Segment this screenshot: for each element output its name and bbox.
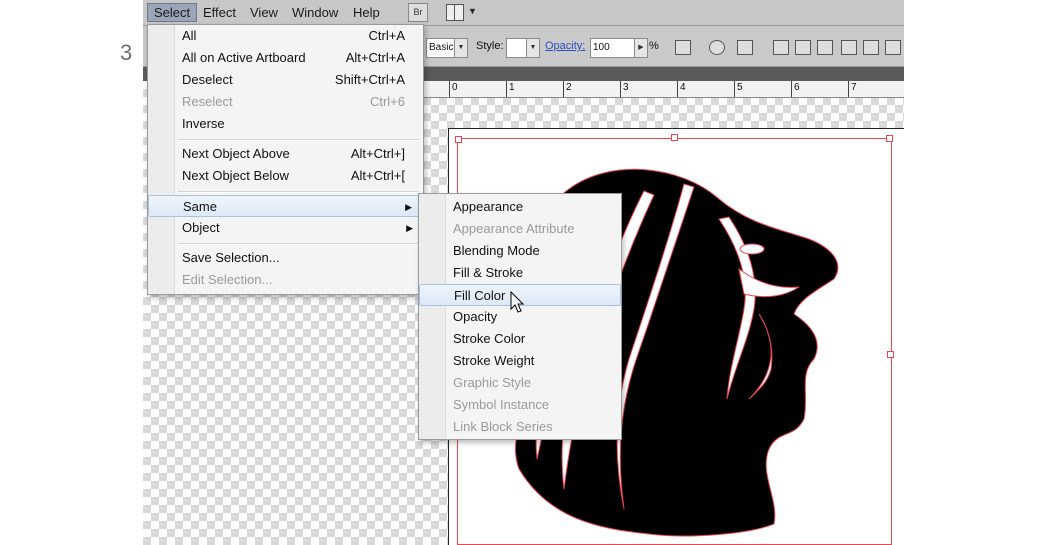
horizontal-ruler: 0 1 2 3 4 5 6 7 <box>423 81 904 98</box>
menu-item-next-object-above[interactable]: Next Object Above Alt+Ctrl+] <box>148 143 423 165</box>
menu-bar: Select Effect View Window Help Br ▼ <box>143 0 904 26</box>
submenu-arrow-icon: ▶ <box>405 202 412 212</box>
submenu-item-link-block-series: Link Block Series <box>453 419 553 434</box>
align-left-icon[interactable] <box>773 40 789 55</box>
align-bottom-icon[interactable] <box>885 40 901 55</box>
menu-item-next-object-below[interactable]: Next Object Below Alt+Ctrl+[ <box>148 165 423 187</box>
recolor-icon[interactable] <box>709 40 725 55</box>
align-top-icon[interactable] <box>841 40 857 55</box>
menu-window[interactable]: Window <box>292 5 338 20</box>
submenu-item-fill-stroke[interactable]: Fill & Stroke <box>419 262 621 284</box>
submenu-item-stroke-color[interactable]: Stroke Color <box>419 328 621 350</box>
cursor-arrow-icon <box>510 291 525 313</box>
menu-separator <box>178 191 419 193</box>
menu-select[interactable]: Select <box>147 3 198 22</box>
menu-view[interactable]: View <box>250 5 278 20</box>
menu-item-all-on-active-artboard[interactable]: All on Active Artboard Alt+Ctrl+A <box>148 47 423 69</box>
layout-dropdown-icon[interactable]: ▼ <box>468 6 477 16</box>
submenu-arrow-icon: ▶ <box>406 223 413 233</box>
submenu-item-appearance[interactable]: Appearance <box>419 196 621 218</box>
bridge-button[interactable]: Br <box>408 3 428 22</box>
ruler-label: 0 <box>452 82 458 93</box>
profile-dropdown-icon[interactable]: ▼ <box>454 38 468 58</box>
transform-icon[interactable] <box>737 40 753 55</box>
menu-separator <box>178 139 419 141</box>
ruler-label: 5 <box>737 82 743 93</box>
layout-icon[interactable] <box>446 4 464 21</box>
submenu-item-graphic-style: Graphic Style <box>453 375 532 390</box>
submenu-item-blending-mode[interactable]: Blending Mode <box>419 240 621 262</box>
submenu-item-stroke-weight[interactable]: Stroke Weight <box>419 350 621 372</box>
menu-item-edit-selection: Edit Selection... <box>182 272 273 287</box>
opacity-unit: % <box>649 40 659 52</box>
magic-wand-icon[interactable] <box>675 40 691 55</box>
style-dropdown-icon[interactable]: ▼ <box>526 38 540 58</box>
submenu-item-appearance-attribute: Appearance Attribute <box>453 221 575 236</box>
ruler-label: 2 <box>566 82 572 93</box>
menu-item-same[interactable]: Same ▶ <box>148 195 423 217</box>
select-menu: All Ctrl+A All on Active Artboard Alt+Ctrl… <box>147 24 424 295</box>
align-middle-icon[interactable] <box>863 40 879 55</box>
ruler-label: 1 <box>509 82 515 93</box>
menu-effect[interactable]: Effect <box>203 5 236 20</box>
ruler-label: 4 <box>680 82 686 93</box>
menu-separator <box>178 243 419 245</box>
menu-item-deselect[interactable]: Deselect Shift+Ctrl+A <box>148 69 423 91</box>
menu-help[interactable]: Help <box>353 5 380 20</box>
submenu-item-symbol-instance: Symbol Instance <box>453 397 550 412</box>
ruler-label: 3 <box>623 82 629 93</box>
align-center-icon[interactable] <box>795 40 811 55</box>
menu-item-save-selection[interactable]: Save Selection... <box>148 247 423 269</box>
menu-item-inverse[interactable]: Inverse <box>148 113 423 135</box>
same-submenu: Appearance Appearance Attribute Blending… <box>418 193 622 440</box>
menu-item-all[interactable]: All Ctrl+A <box>148 25 423 47</box>
step-number: 3 <box>120 40 133 65</box>
style-label: Style: <box>476 40 504 52</box>
menu-item-reselect: Reselect Ctrl+6 <box>182 94 405 109</box>
align-right-icon[interactable] <box>817 40 833 55</box>
ruler-label: 7 <box>851 82 857 93</box>
ruler-label: 6 <box>794 82 800 93</box>
opacity-input[interactable]: 100 <box>590 38 638 58</box>
opacity-stepper-icon[interactable]: ▶ <box>634 38 648 58</box>
menu-item-object[interactable]: Object ▶ <box>148 217 423 239</box>
opacity-label[interactable]: Opacity: <box>545 40 585 52</box>
